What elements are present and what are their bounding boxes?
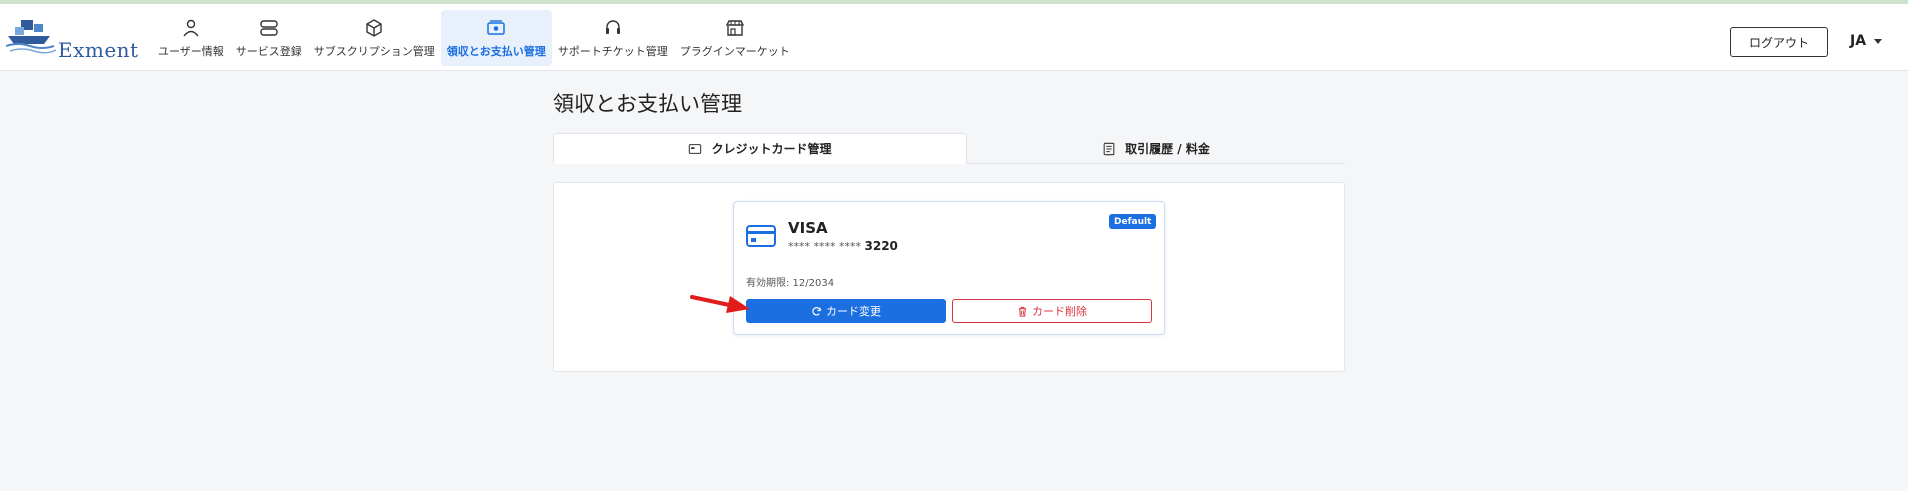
nav-item-support-ticket[interactable]: サポートチケット管理 xyxy=(552,10,674,66)
billing-tabs: クレジットカード管理 取引履歴 / 料金 xyxy=(553,133,1345,164)
refresh-icon xyxy=(812,306,821,316)
tab-transaction-history[interactable]: 取引履歴 / 料金 xyxy=(967,133,1345,164)
default-badge: Default xyxy=(1109,214,1157,229)
exment-logo[interactable]: Exment xyxy=(5,18,138,62)
nav-label: サポートチケット管理 xyxy=(557,44,668,58)
cash-icon xyxy=(487,19,506,35)
nav-label: プラグインマーケット xyxy=(679,44,790,58)
logout-button[interactable]: ログアウト xyxy=(1730,27,1828,57)
credit-card-icon xyxy=(746,225,776,247)
card-last4: 3220 xyxy=(864,239,898,253)
nav-item-user-info[interactable]: ユーザー情報 xyxy=(152,10,230,66)
nav-item-service-registration[interactable]: サービス登録 xyxy=(230,10,308,66)
trash-icon xyxy=(1018,306,1027,317)
receipt-icon xyxy=(1103,142,1115,155)
annotation-arrow-icon xyxy=(690,295,750,313)
nav-item-billing[interactable]: 領収とお支払い管理 xyxy=(440,10,552,66)
card-number: **** **** **** 3220 xyxy=(788,239,898,253)
box-icon xyxy=(366,18,382,37)
language-label: JA xyxy=(1850,33,1867,49)
nav-item-subscription[interactable]: サブスクリプション管理 xyxy=(308,10,441,66)
delete-card-button[interactable]: カード削除 xyxy=(952,299,1152,323)
nav-label: 領収とお支払い管理 xyxy=(446,44,546,58)
headset-icon xyxy=(605,19,620,34)
credit-card-icon xyxy=(689,143,702,154)
change-card-label: カード変更 xyxy=(826,305,881,318)
language-dropdown[interactable]: JA xyxy=(1850,33,1883,49)
page-title: 領収とお支払い管理 xyxy=(553,92,742,116)
tab-label: 取引履歴 / 料金 xyxy=(1125,142,1210,156)
shop-icon xyxy=(725,19,744,36)
nav-label: サービス登録 xyxy=(235,44,302,58)
nav-label: サブスクリプション管理 xyxy=(313,44,435,58)
chevron-down-icon xyxy=(1874,38,1883,44)
change-card-button[interactable]: カード変更 xyxy=(746,299,946,323)
main-nav: ユーザー情報 サービス登録 サブスクリプション管理 領収とお支払い管理 サポート… xyxy=(152,10,796,66)
user-icon xyxy=(183,19,199,36)
card-expiry: 有効期限: 12/2034 xyxy=(746,278,835,289)
nav-item-plugin-market[interactable]: プラグインマーケット xyxy=(674,10,796,66)
logo-ship-icon xyxy=(5,20,57,54)
tab-label: クレジットカード管理 xyxy=(711,142,832,156)
server-icon xyxy=(260,19,278,36)
tab-credit-card[interactable]: クレジットカード管理 xyxy=(553,133,967,164)
card-brand: VISA xyxy=(788,219,828,237)
card-masked-digits: **** **** **** xyxy=(788,240,861,253)
nav-label: ユーザー情報 xyxy=(158,44,224,58)
credit-card-item: VISA **** **** **** 3220 Default 有効期限: 1… xyxy=(733,201,1165,335)
top-navbar: Exment ユーザー情報 サービス登録 サブスクリプション管理 領収とお支払い… xyxy=(0,4,1908,71)
delete-card-label: カード削除 xyxy=(1032,305,1087,318)
logo-text: Exment xyxy=(58,38,139,62)
